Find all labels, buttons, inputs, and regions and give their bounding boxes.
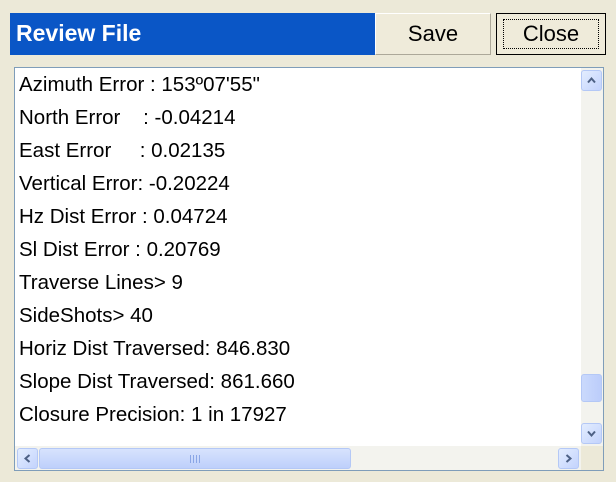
- title-bar: Review File: [10, 13, 375, 55]
- scrollbar-corner: [581, 446, 603, 470]
- list-item[interactable]: East Error : 0.02135: [19, 134, 579, 167]
- window-title: Review File: [16, 20, 142, 46]
- list-item[interactable]: Traverse Lines> 9: [19, 266, 579, 299]
- scroll-up-button[interactable]: [581, 70, 602, 91]
- review-lines: Azimuth Error : 153º07'55" North Error :…: [19, 68, 579, 446]
- list-item[interactable]: Hz Dist Error : 0.04724: [19, 200, 579, 233]
- list-item[interactable]: Horiz Dist Traversed: 846.830: [19, 332, 579, 365]
- chevron-left-icon: [23, 454, 31, 463]
- vertical-scroll-thumb[interactable]: [581, 374, 602, 402]
- chevron-right-icon: [565, 454, 573, 463]
- list-item[interactable]: Slope Dist Traversed: 861.660: [19, 365, 579, 398]
- review-listbox[interactable]: Azimuth Error : 153º07'55" North Error :…: [14, 67, 604, 471]
- list-item[interactable]: Azimuth Error : 153º07'55": [19, 68, 579, 101]
- vertical-scrollbar[interactable]: [581, 68, 603, 446]
- scroll-left-button[interactable]: [17, 448, 38, 469]
- list-item[interactable]: North Error : -0.04214: [19, 101, 579, 134]
- save-button[interactable]: Save: [375, 13, 491, 55]
- list-item[interactable]: Vertical Error: -0.20224: [19, 167, 579, 200]
- close-button[interactable]: Close: [496, 13, 606, 55]
- horizontal-scrollbar[interactable]: [15, 446, 581, 470]
- chevron-up-icon: [587, 76, 596, 84]
- chevron-down-icon: [587, 430, 596, 438]
- grip-icon: [189, 450, 201, 468]
- list-item[interactable]: Closure Precision: 1 in 17927: [19, 398, 579, 431]
- save-button-label: Save: [407, 21, 459, 46]
- list-item[interactable]: Sl Dist Error : 0.20769: [19, 233, 579, 266]
- scroll-right-button[interactable]: [558, 448, 579, 469]
- list-item[interactable]: SideShots> 40: [19, 299, 579, 332]
- scroll-down-button[interactable]: [581, 423, 602, 444]
- close-button-label: Close: [522, 21, 580, 46]
- horizontal-scroll-thumb[interactable]: [39, 448, 351, 469]
